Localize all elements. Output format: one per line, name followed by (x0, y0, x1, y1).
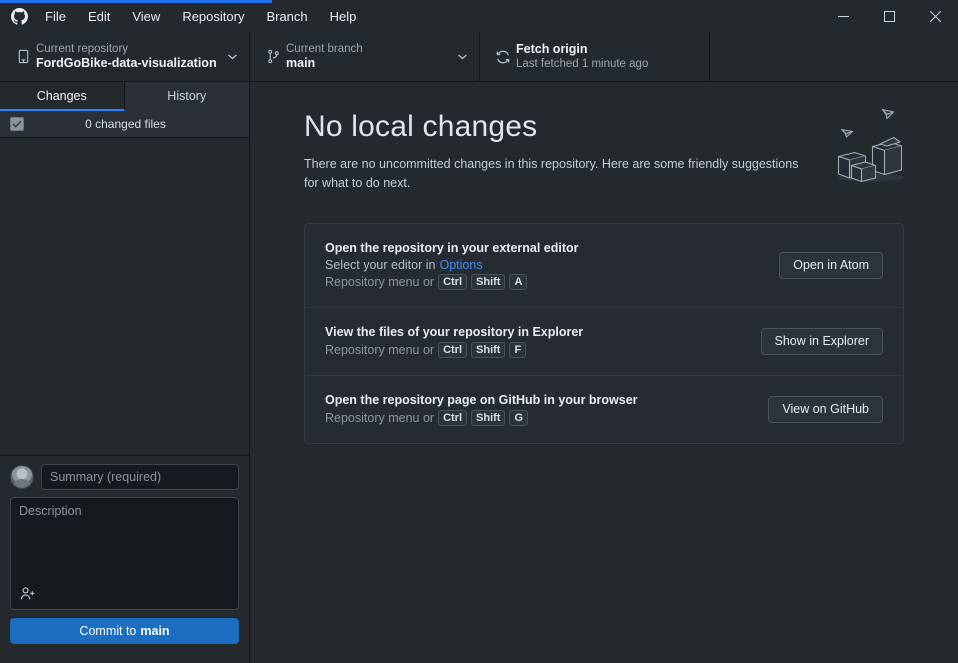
current-branch-label: Current branch (286, 42, 363, 55)
window-controls (820, 0, 958, 32)
key-ctrl: Ctrl (438, 273, 468, 290)
current-branch-value: main (286, 55, 316, 70)
current-repository-label: Current repository (36, 42, 129, 55)
title-bar: File Edit View Repository Branch Help (0, 0, 958, 32)
commit-area: Commit to main (0, 455, 249, 663)
suggestion-view-on-github: Open the repository page on GitHub in yo… (305, 376, 903, 443)
shortcut-keys: Ctrl Shift G (438, 409, 529, 426)
show-in-explorer-button[interactable]: Show in Explorer (760, 327, 883, 355)
key-shift: Shift (471, 273, 506, 290)
suggestion-show-in-explorer: View the files of your repository in Exp… (305, 308, 903, 376)
fetch-origin-subtitle: Last fetched 1 minute ago (516, 58, 649, 71)
menu-item-edit[interactable]: Edit (77, 0, 121, 32)
key-f: F (509, 341, 527, 358)
suggestion-editor-line: Select your editor in Options (325, 258, 767, 272)
commit-description-wrapper (10, 497, 239, 610)
suggestion-text: Open the repository in your external edi… (325, 241, 767, 290)
commit-description-input[interactable] (11, 498, 238, 609)
fetch-origin-title: Fetch origin (516, 41, 588, 56)
sync-icon (490, 49, 516, 65)
add-person-icon[interactable] (18, 584, 38, 604)
key-ctrl: Ctrl (438, 341, 468, 358)
github-mark-icon (0, 7, 34, 25)
maximize-icon[interactable] (866, 0, 912, 32)
main-toolbar: Current repository FordGoBike-data-visua… (0, 32, 958, 82)
suggestion-title: View the files of your repository in Exp… (325, 324, 584, 339)
tab-history[interactable]: History (124, 82, 249, 111)
menu-bar: File Edit View Repository Branch Help (34, 0, 367, 32)
suggestion-shortcut-line: Repository menu or Ctrl Shift F (325, 341, 749, 358)
blank-slate-header: No local changes There are no uncommitte… (304, 108, 916, 194)
suggestion-title: Open the repository page on GitHub in yo… (325, 392, 638, 407)
key-shift: Shift (471, 341, 506, 358)
select-all-checkbox[interactable] (10, 117, 24, 131)
options-link[interactable]: Options (439, 258, 482, 272)
commit-button-prefix: Commit to (79, 624, 137, 638)
commit-summary-input[interactable] (41, 464, 239, 490)
current-branch-button[interactable]: Current branch main (250, 32, 480, 81)
suggestions-list: Open the repository in your external edi… (304, 222, 904, 444)
suggestion-line-prefix: Select your editor in (325, 257, 436, 272)
changed-files-list (0, 138, 249, 455)
branch-icon (260, 49, 286, 64)
main-content: No local changes There are no uncommitte… (250, 82, 958, 663)
menu-item-view[interactable]: View (121, 0, 171, 32)
current-repository-value: FordGoBike-data-visualization (36, 55, 217, 70)
commit-summary-row (10, 464, 239, 490)
commit-button-branch: main (140, 624, 170, 638)
changed-files-count: 0 changed files (85, 117, 166, 131)
suggestion-title: Open the repository in your external edi… (325, 240, 579, 255)
view-on-github-button[interactable]: View on GitHub (768, 395, 883, 423)
shortcut-prefix: Repository menu or (325, 342, 435, 357)
avatar (10, 465, 34, 489)
checkmark-icon (12, 120, 22, 128)
minimize-icon[interactable] (820, 0, 866, 32)
menu-item-branch[interactable]: Branch (255, 0, 318, 32)
close-icon[interactable] (912, 0, 958, 32)
commit-button[interactable]: Commit to main (10, 618, 239, 644)
suggestion-text: Open the repository page on GitHub in yo… (325, 393, 756, 426)
key-g: G (509, 409, 529, 426)
top-accent-strip (0, 0, 272, 3)
sidebar-tabs: Changes History (0, 82, 249, 111)
toolbar-empty-space (710, 32, 958, 81)
suggestion-shortcut-line: Repository menu or Ctrl Shift G (325, 409, 756, 426)
sidebar: Changes History 0 changed files Summary … (0, 82, 250, 663)
chevron-down-icon (455, 54, 469, 60)
app-body: Changes History 0 changed files Summary … (0, 82, 958, 663)
suggestion-text: View the files of your repository in Exp… (325, 325, 749, 358)
shortcut-keys: Ctrl Shift F (438, 341, 527, 358)
shortcut-keys: Ctrl Shift A (438, 273, 528, 290)
key-shift: Shift (471, 409, 506, 426)
page-description: There are no uncommitted changes in this… (304, 157, 799, 191)
fetch-origin-button[interactable]: Fetch origin Last fetched 1 minute ago (480, 32, 710, 81)
changed-files-row: 0 changed files (0, 111, 249, 138)
shortcut-prefix: Repository menu or (325, 410, 435, 425)
suggestion-shortcut-line: Repository menu or Ctrl Shift A (325, 273, 767, 290)
menu-item-help[interactable]: Help (319, 0, 368, 32)
tab-changes[interactable]: Changes (0, 82, 125, 111)
shortcut-prefix: Repository menu or (325, 274, 435, 289)
boxes-and-paper-planes-illustration (824, 102, 916, 186)
commit-area-footer (10, 649, 239, 663)
suggestion-open-in-editor: Open the repository in your external edi… (305, 224, 903, 308)
menu-item-file[interactable]: File (34, 0, 77, 32)
key-ctrl: Ctrl (438, 409, 468, 426)
github-desktop-window: File Edit View Repository Branch Help Cu… (0, 0, 958, 663)
menu-item-repository[interactable]: Repository (171, 0, 255, 32)
repo-icon (10, 49, 36, 64)
open-in-atom-button[interactable]: Open in Atom (779, 251, 883, 279)
key-a: A (509, 273, 528, 290)
chevron-down-icon (225, 54, 239, 60)
current-repository-button[interactable]: Current repository FordGoBike-data-visua… (0, 32, 250, 81)
